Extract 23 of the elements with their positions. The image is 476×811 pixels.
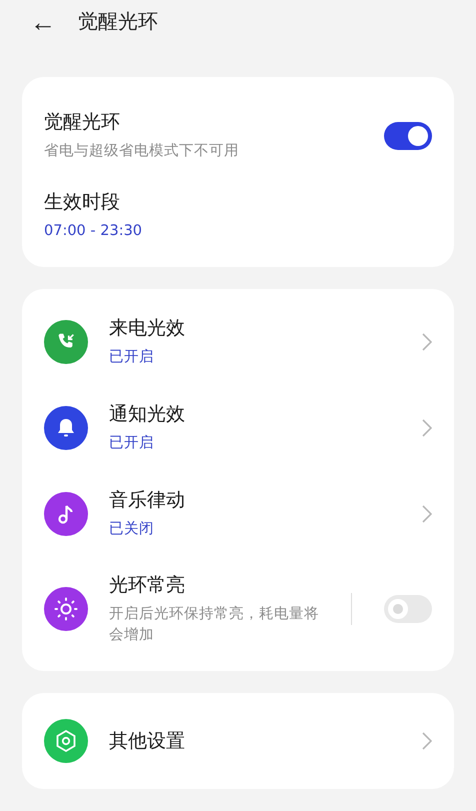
setting-title: 其他设置	[109, 729, 186, 754]
setting-title: 生效时段	[44, 190, 121, 216]
setting-description: 省电与超级省电模式下不可用	[44, 142, 240, 162]
back-button[interactable]: ←	[30, 8, 56, 34]
setting-title: 来电光效	[109, 316, 186, 342]
time-range: 07:00 - 23:30	[44, 222, 144, 242]
setting-description: 开启后光环保持常亮，耗电量将会增加	[109, 604, 319, 645]
sun-icon	[54, 597, 78, 621]
setting-status: 已开启	[109, 434, 155, 454]
setting-title: 光环常亮	[109, 572, 186, 598]
chevron-icon	[422, 505, 432, 523]
chevron-icon	[422, 732, 432, 750]
setting-status: 已开启	[109, 348, 155, 368]
chevron-icon	[422, 333, 432, 351]
setting-title: 音乐律动	[109, 488, 186, 514]
chevron-icon	[422, 419, 432, 437]
page-title: 觉醒光环	[78, 8, 158, 35]
setting-title: 觉醒光环	[44, 110, 121, 136]
bell-icon	[56, 417, 76, 439]
setting-status: 已关闭	[109, 520, 155, 540]
hexagon-icon	[54, 729, 78, 753]
toggle-switch[interactable]	[384, 122, 432, 150]
setting-title: 通知光效	[109, 402, 186, 428]
